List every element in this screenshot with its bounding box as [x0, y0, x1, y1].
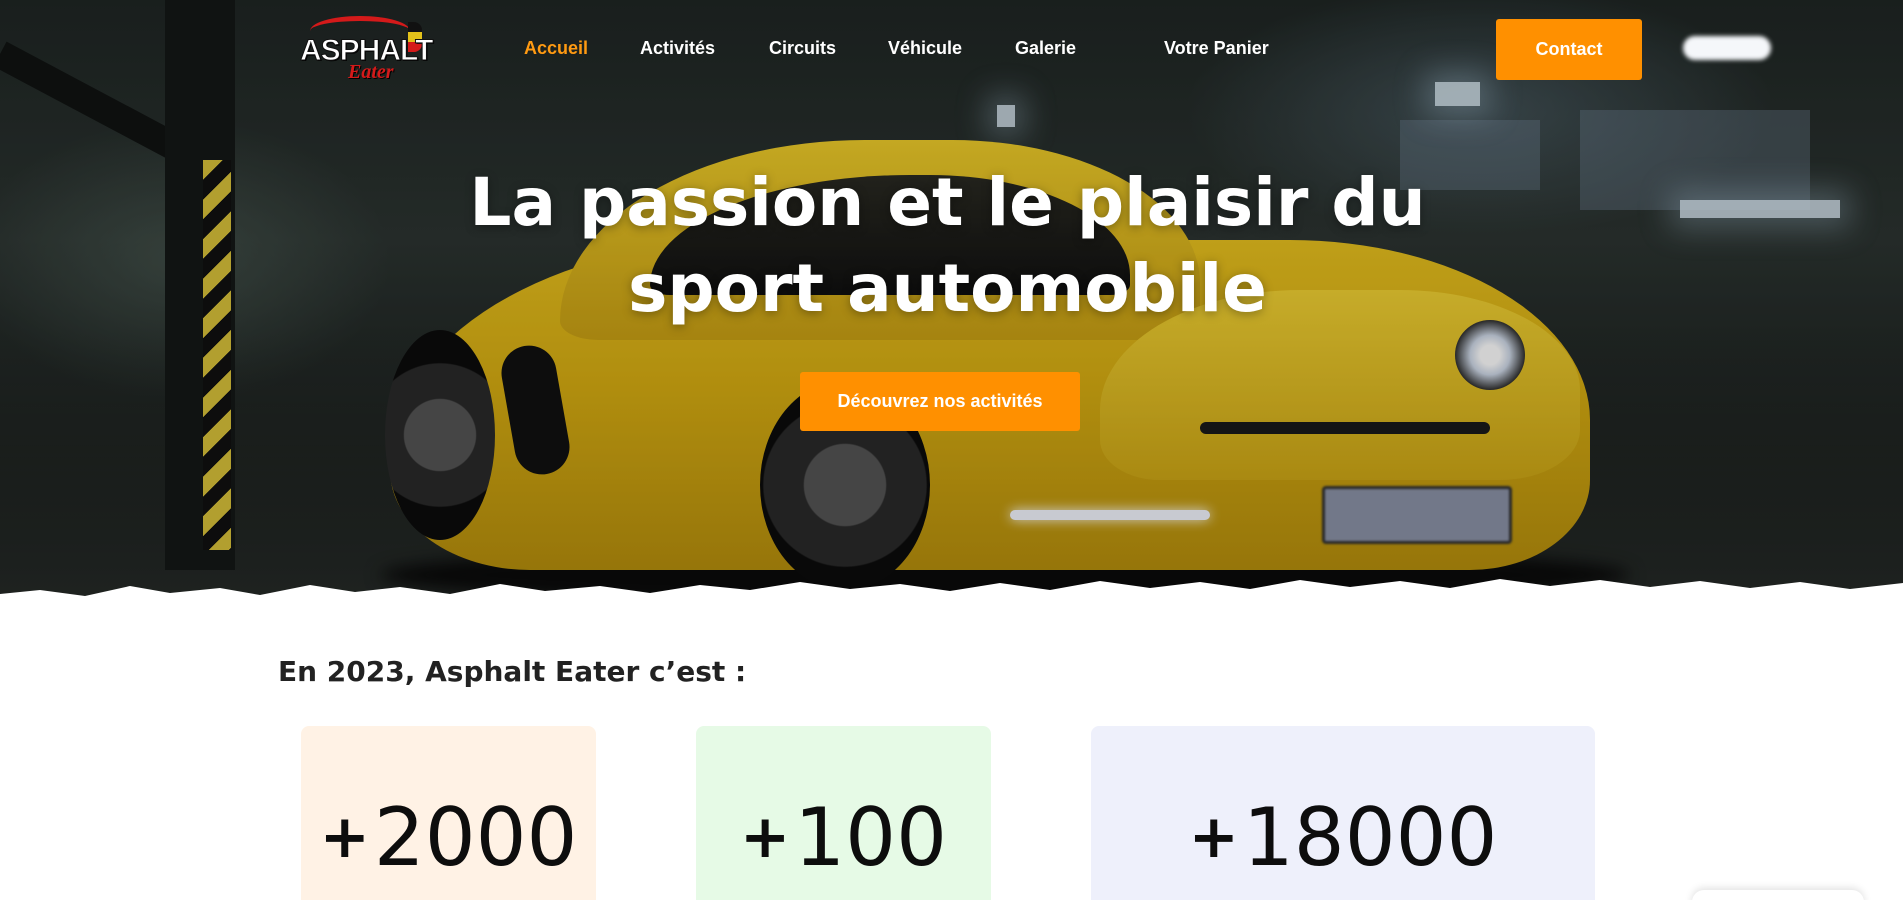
- stat-card: +18000: [1091, 726, 1595, 900]
- hero-title: La passion et le plaisir du sport automo…: [469, 164, 1426, 327]
- stat-number: 18000: [1242, 791, 1498, 884]
- stat-value: +18000: [1189, 798, 1498, 900]
- torn-edge-divider: [0, 579, 1903, 600]
- stat-number: 100: [794, 791, 947, 884]
- stat-value: +100: [740, 798, 947, 900]
- stat-card: +100: [696, 726, 991, 900]
- stat-plus: +: [740, 802, 791, 872]
- nav-item-circuits[interactable]: Circuits: [769, 38, 836, 59]
- stat-plus: +: [1188, 802, 1239, 872]
- asphalt-eater-logo[interactable]: ASPHALT Eater: [298, 14, 434, 84]
- stats-heading: En 2023, Asphalt Eater c’est :: [278, 655, 747, 688]
- top-navigation: ASPHALT Eater Accueil Activités Circuits…: [0, 0, 1903, 100]
- nav-item-accueil[interactable]: Accueil: [524, 38, 588, 59]
- blurred-widget[interactable]: [1683, 36, 1771, 60]
- nav-item-vehicule[interactable]: Véhicule: [888, 38, 962, 59]
- logo-sub-text: Eater: [348, 61, 394, 83]
- nav-item-activites[interactable]: Activités: [640, 38, 715, 59]
- nav-item-panier[interactable]: Votre Panier: [1164, 38, 1269, 59]
- stat-plus: +: [319, 802, 370, 872]
- stat-value: +2000: [320, 798, 578, 900]
- contact-button[interactable]: Contact: [1496, 19, 1642, 80]
- stat-number: 2000: [373, 791, 578, 884]
- discover-activities-button[interactable]: Découvrez nos activités: [800, 372, 1080, 431]
- nav-item-galerie[interactable]: Galerie: [1015, 38, 1076, 59]
- stat-card: +2000: [301, 726, 596, 900]
- chat-widget[interactable]: [1692, 890, 1864, 900]
